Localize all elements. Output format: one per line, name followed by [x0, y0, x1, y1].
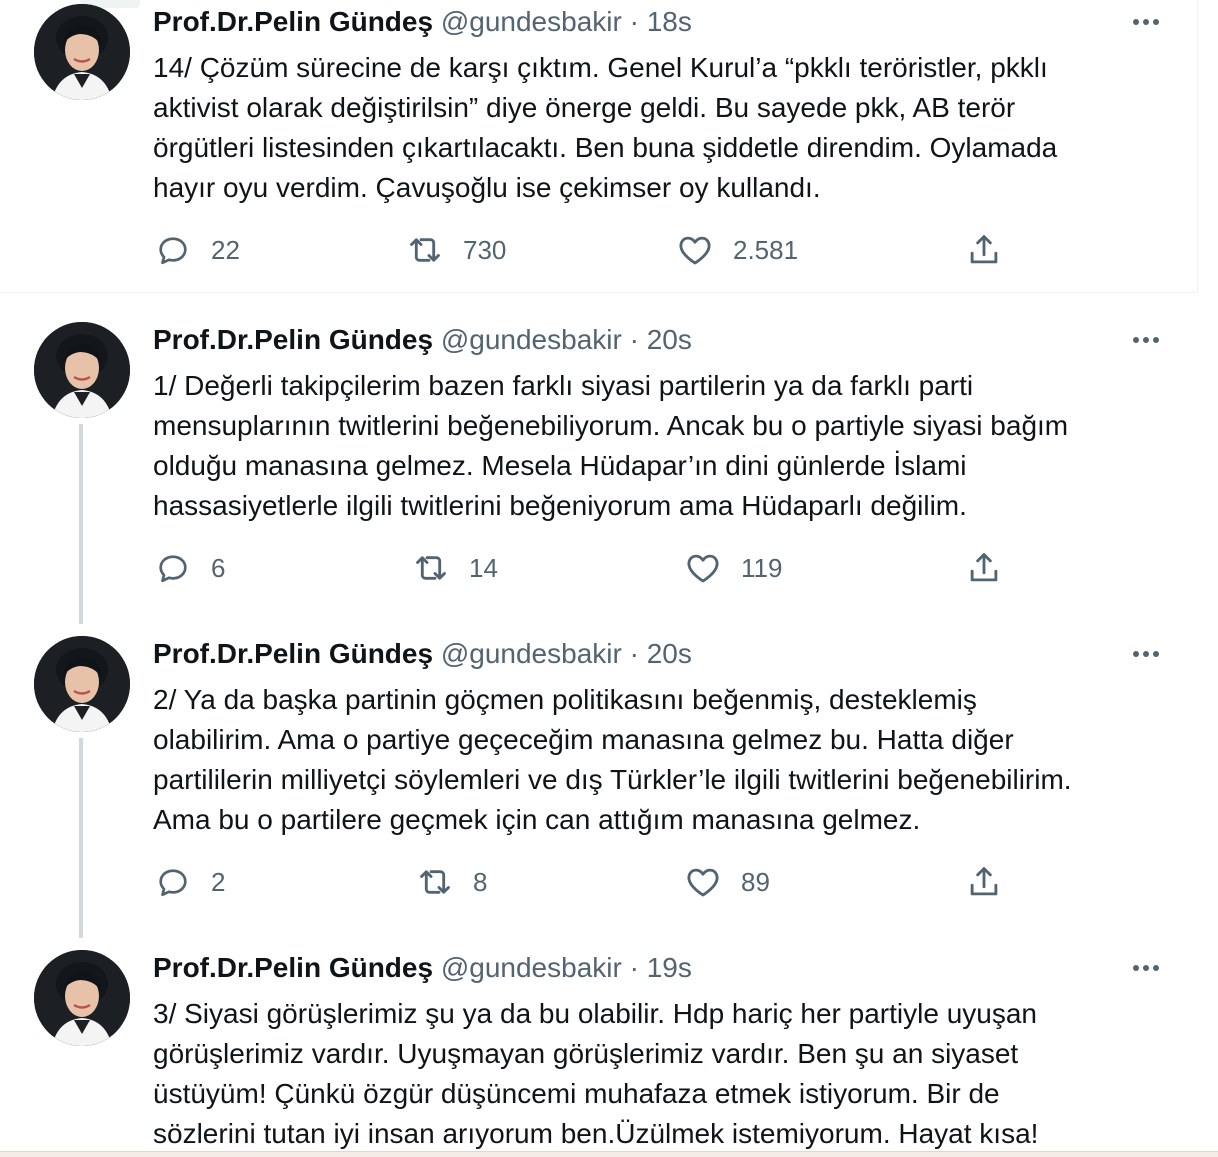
tweet-text: 14/ Çözüm sürecine de karşı çıktım. Gene… [153, 52, 1058, 203]
tweet-header: Prof.Dr.Pelin Gündeş @gundesbakir · 20s [153, 636, 692, 672]
separator-dot: · [629, 952, 639, 983]
share-icon[interactable] [964, 548, 1004, 588]
tweet-text: 3/ Siyasi görüşlerimiz şu ya da bu olabi… [153, 998, 1039, 1149]
reply-count: 6 [211, 552, 226, 583]
author-handle[interactable]: @gundesbakir [441, 6, 622, 37]
bottom-edge [0, 1151, 1218, 1157]
separator-dot: · [629, 324, 639, 355]
author-handle[interactable]: @gundesbakir [441, 324, 622, 355]
retweet-icon [405, 230, 445, 270]
tweet[interactable]: Prof.Dr.Pelin Gündeş @gundesbakir · 18s … [0, 4, 1198, 292]
retweet-icon [415, 862, 455, 902]
author-name[interactable]: Prof.Dr.Pelin Gündeş [153, 324, 433, 355]
author-handle[interactable]: @gundesbakir [441, 952, 622, 983]
reply-button[interactable]: 22 [153, 230, 240, 270]
more-options-icon[interactable] [1128, 958, 1164, 978]
retweet-count: 14 [469, 552, 498, 583]
reply-icon [153, 548, 193, 588]
avatar[interactable] [34, 950, 130, 1046]
share-icon[interactable] [964, 230, 1004, 270]
tweet-text: 1/ Değerli takipçilerim bazen farklı siy… [153, 370, 1069, 521]
reply-button[interactable]: 6 [153, 548, 225, 588]
avatar[interactable] [34, 322, 130, 418]
separator-dot: · [629, 638, 639, 669]
reply-icon [153, 230, 193, 270]
tweet-time[interactable]: 19s [647, 952, 692, 983]
like-button[interactable]: 119 [683, 548, 782, 588]
retweet-button[interactable]: 730 [405, 230, 506, 270]
retweet-button[interactable]: 8 [415, 862, 487, 902]
like-count: 2.581 [733, 234, 799, 265]
like-count: 89 [741, 866, 770, 897]
tweet-time[interactable]: 20s [647, 324, 692, 355]
separator-dot: · [629, 6, 639, 37]
author-name[interactable]: Prof.Dr.Pelin Gündeş [153, 952, 433, 983]
heart-icon [675, 230, 715, 270]
more-options-icon[interactable] [1128, 12, 1164, 32]
tweet[interactable]: Prof.Dr.Pelin Gündeş @gundesbakir · 19s … [0, 950, 1198, 1150]
retweet-icon [411, 548, 451, 588]
tweet[interactable]: Prof.Dr.Pelin Gündeş @gundesbakir · 20s … [0, 636, 1198, 926]
more-options-icon[interactable] [1128, 644, 1164, 664]
more-options-icon[interactable] [1128, 330, 1164, 350]
reply-icon [153, 862, 193, 902]
avatar[interactable] [34, 636, 130, 732]
tweet-header: Prof.Dr.Pelin Gündeş @gundesbakir · 19s [153, 950, 692, 986]
author-name[interactable]: Prof.Dr.Pelin Gündeş [153, 638, 433, 669]
retweet-button[interactable]: 14 [411, 548, 498, 588]
tweet-time[interactable]: 18s [647, 6, 692, 37]
tweet-text: 2/ Ya da başka partinin göçmen politikas… [153, 684, 1072, 835]
tweet-actions: 2 8 89 [153, 862, 1013, 902]
author-name[interactable]: Prof.Dr.Pelin Gündeş [153, 6, 433, 37]
heart-icon [683, 548, 723, 588]
like-button[interactable]: 2.581 [675, 230, 798, 270]
tweet-divider [0, 292, 1197, 293]
reply-button[interactable]: 2 [153, 862, 225, 902]
like-button[interactable]: 89 [683, 862, 770, 902]
share-icon[interactable] [964, 862, 1004, 902]
tweet-header: Prof.Dr.Pelin Gündeş @gundesbakir · 20s [153, 322, 692, 358]
reply-count: 22 [211, 234, 240, 265]
tweet-actions: 6 14 119 [153, 548, 1013, 588]
retweet-count: 730 [463, 234, 507, 265]
tweet-actions: 22 730 2.581 [153, 230, 1013, 270]
tweet-time[interactable]: 20s [647, 638, 692, 669]
author-handle[interactable]: @gundesbakir [441, 638, 622, 669]
reply-count: 2 [211, 866, 226, 897]
heart-icon [683, 862, 723, 902]
avatar[interactable] [34, 4, 130, 100]
tweet[interactable]: Prof.Dr.Pelin Gündeş @gundesbakir · 20s … [0, 322, 1198, 612]
retweet-count: 8 [473, 866, 488, 897]
tweet-header: Prof.Dr.Pelin Gündeş @gundesbakir · 18s [153, 4, 692, 40]
like-count: 119 [741, 552, 783, 583]
